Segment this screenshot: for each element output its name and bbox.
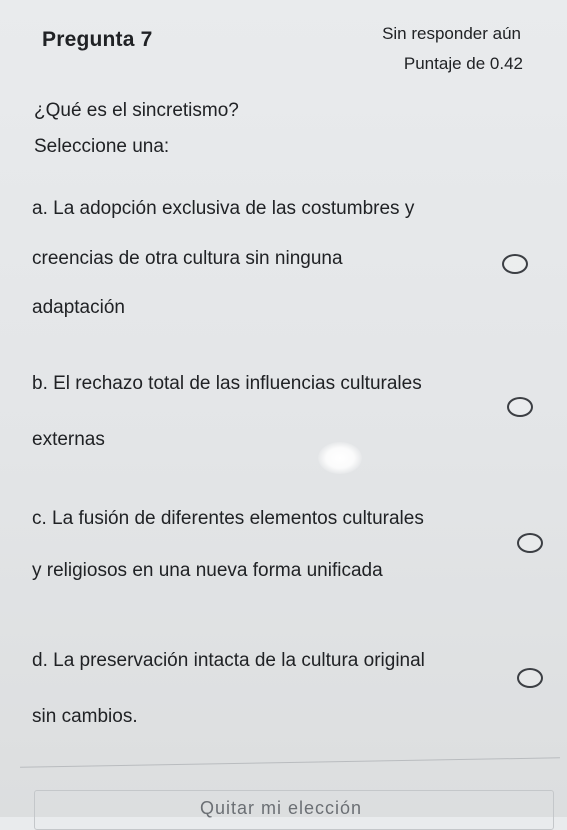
- option-a-text-line-1: a. La adopción exclusiva de las costumbr…: [32, 198, 415, 219]
- option-c-radio[interactable]: [517, 533, 543, 553]
- question-text: ¿Qué es el sincretismo?: [34, 100, 239, 121]
- question-number: Pregunta 7: [42, 28, 153, 51]
- question-score: Puntaje de 0.42: [403, 54, 523, 73]
- answer-status: Sin responder aún: [382, 24, 521, 43]
- clear-choice-link[interactable]: Quitar mi elección: [200, 798, 362, 819]
- question-card: Pregunta 7 Sin responder aún Puntaje de …: [0, 0, 567, 830]
- option-d-radio[interactable]: [517, 668, 543, 688]
- option-c-text-line-2: y religiosos en una nueva forma unificad…: [32, 560, 383, 581]
- option-a-text-line-3: adaptación: [32, 297, 125, 318]
- option-d-text-line-1: d. La preservación intacta de la cultura…: [32, 650, 425, 671]
- screen-glare: [318, 442, 362, 474]
- footer-divider: [20, 757, 560, 768]
- option-d-text-line-2: sin cambios.: [32, 706, 138, 727]
- option-a-text-line-2: creencias de otra cultura sin ninguna: [32, 248, 343, 269]
- option-a-radio[interactable]: [502, 254, 528, 274]
- option-b-text-line-2: externas: [32, 429, 105, 450]
- option-b-text-line-1: b. El rechazo total de las influencias c…: [32, 373, 422, 394]
- select-prompt: Seleccione una:: [34, 136, 170, 157]
- option-c-text-line-1: c. La fusión de diferentes elementos cul…: [32, 508, 424, 529]
- option-b-radio[interactable]: [507, 397, 533, 417]
